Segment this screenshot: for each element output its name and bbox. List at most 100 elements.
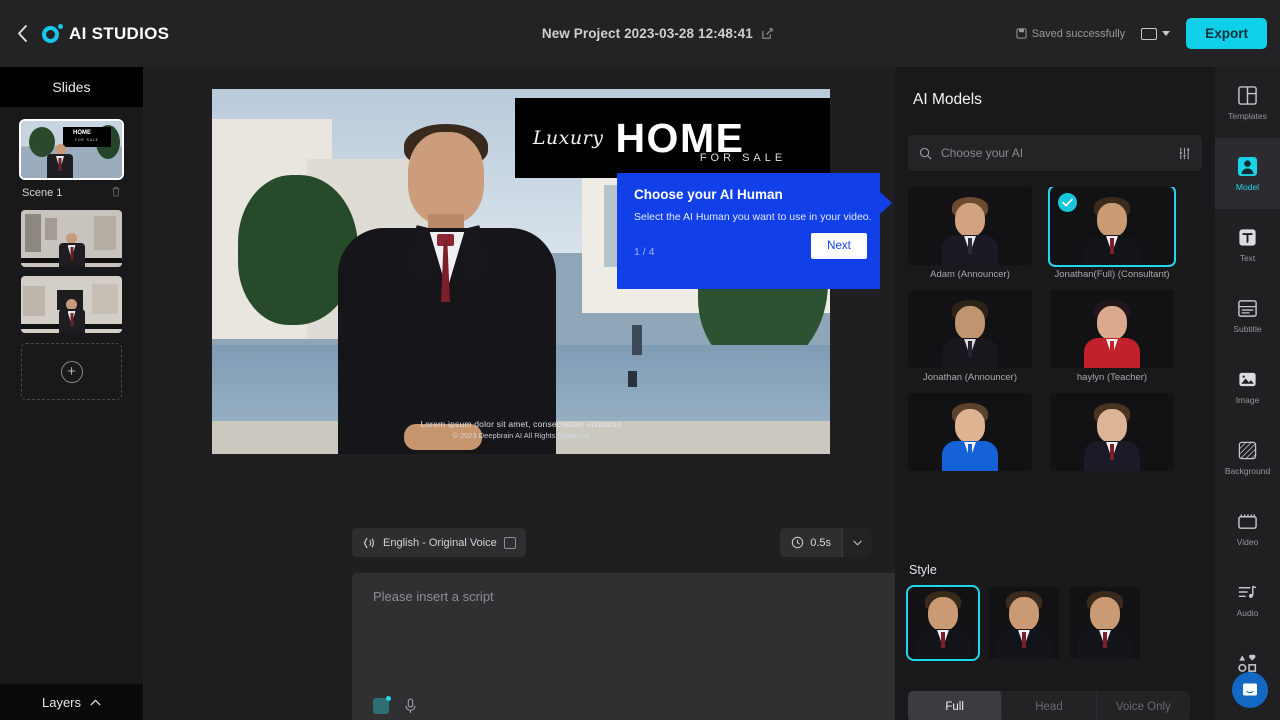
segment-full[interactable]: Full xyxy=(908,691,1001,720)
chat-bubble-icon[interactable] xyxy=(1232,672,1268,708)
editor-center: Luxury HOME FOR SALE Lorem ipsum dolor s… xyxy=(143,67,895,720)
duration-dropdown-toggle[interactable] xyxy=(842,528,871,557)
slide-thumbnail-1[interactable]: HOME FOR SALE xyxy=(21,121,122,178)
slides-sidebar: Slides HOME FOR SALE Scene 1 xyxy=(0,67,143,720)
model-card[interactable]: Jonathan (Announcer) xyxy=(908,290,1032,383)
duration-value: 0.5s xyxy=(810,537,831,549)
header-left: AI STUDIOS xyxy=(0,23,300,45)
rail-item-label: Audio xyxy=(1237,608,1259,618)
coachmark-arrow xyxy=(880,192,892,214)
project-title: New Project 2023-03-28 12:48:41 xyxy=(542,26,753,41)
segment-voice-only[interactable]: Voice Only xyxy=(1096,691,1190,720)
rail-item-label: Background xyxy=(1225,466,1270,476)
trash-icon[interactable] xyxy=(111,184,121,202)
add-slide-button[interactable]: + xyxy=(21,343,122,400)
audio-note-icon xyxy=(1236,581,1259,604)
image-icon xyxy=(1236,368,1259,391)
slide-thumbnail-2[interactable] xyxy=(21,210,122,267)
rail-item-label: Templates xyxy=(1228,111,1267,121)
style-label xyxy=(989,659,1059,662)
search-icon xyxy=(919,147,932,160)
duration-button[interactable]: 0.5s xyxy=(780,528,842,557)
edit-pencil-icon[interactable] xyxy=(761,27,774,40)
models-grid: Adam (Announcer) Jonathan(Full) (Consulta… xyxy=(908,187,1202,562)
canvas-caption-line1: Lorem ipsum dolor sit amet, consectetuer… xyxy=(212,419,830,429)
model-search[interactable]: Choose your AI xyxy=(908,135,1202,171)
ai-studios-app: AI STUDIOS New Project 2023-03-28 12:48:… xyxy=(0,0,1280,720)
avatar xyxy=(1077,591,1133,659)
text-t-icon xyxy=(1236,226,1259,249)
segment-head[interactable]: Head xyxy=(1001,691,1095,720)
microphone-icon[interactable] xyxy=(404,698,417,714)
model-card[interactable] xyxy=(1050,393,1174,475)
rail-item-label: Video xyxy=(1237,537,1259,547)
script-toolbar xyxy=(373,698,417,714)
layers-toggle[interactable]: Layers xyxy=(0,684,143,720)
rail-item-label: Text xyxy=(1240,253,1256,263)
rail-item-audio[interactable]: Audio xyxy=(1215,564,1280,635)
video-clapper-icon xyxy=(1236,510,1259,533)
model-label: haylyn (Teacher) xyxy=(1050,368,1174,383)
style-card[interactable] xyxy=(908,587,978,662)
chevron-down-icon xyxy=(1162,31,1170,36)
search-placeholder: Choose your AI xyxy=(941,146,1169,160)
avatar xyxy=(942,403,998,471)
canvas-controls: English - Original Voice 0.5s 1.0x xyxy=(352,528,977,558)
coachmark-next-button[interactable]: Next xyxy=(811,233,867,259)
slides-title: Slides xyxy=(0,67,143,107)
model-label xyxy=(908,471,1032,475)
check-icon xyxy=(1058,193,1077,212)
model-card[interactable] xyxy=(908,393,1032,475)
model-thumbnail xyxy=(1050,187,1174,265)
model-card[interactable]: haylyn (Teacher) xyxy=(1050,290,1174,383)
banner-script-text: Luxury xyxy=(533,127,604,149)
ai-assist-icon[interactable] xyxy=(373,698,389,714)
subtitle-icon xyxy=(1236,297,1259,320)
sliders-filter-icon[interactable] xyxy=(1178,147,1191,160)
model-card[interactable]: Adam (Announcer) xyxy=(908,187,1032,280)
style-label xyxy=(908,659,978,662)
canvas-banner-text[interactable]: Luxury HOME FOR SALE xyxy=(515,98,830,178)
export-button[interactable]: Export xyxy=(1186,18,1267,49)
rail-item-label: Model xyxy=(1236,182,1259,192)
coachmark-step: 1 / 4 xyxy=(634,246,654,258)
chevron-down-icon xyxy=(853,540,862,546)
aspect-ratio-selector[interactable] xyxy=(1141,28,1170,40)
style-thumbnail xyxy=(1070,587,1140,659)
model-label: Jonathan (Announcer) xyxy=(908,368,1032,383)
chevron-left-icon[interactable] xyxy=(12,24,32,44)
avatar xyxy=(915,591,971,659)
header-right: Saved successfully Export xyxy=(1016,18,1280,49)
rail-item-label: Image xyxy=(1236,395,1260,405)
model-mode-segments: FullHeadVoice Only xyxy=(908,691,1190,720)
style-label xyxy=(1070,659,1140,662)
script-input[interactable]: Please insert a script xyxy=(352,573,977,720)
rail-item-image[interactable]: Image xyxy=(1215,351,1280,422)
rail-item-templates[interactable]: Templates xyxy=(1215,67,1280,138)
slides-list: HOME FOR SALE Scene 1 xyxy=(0,107,143,400)
rail-item-text[interactable]: Text xyxy=(1215,209,1280,280)
model-thumbnail xyxy=(1050,290,1174,368)
brand-logo[interactable]: AI STUDIOS xyxy=(42,23,169,45)
saved-status: Saved successfully xyxy=(1016,28,1126,40)
model-label xyxy=(1050,471,1174,475)
external-link-icon[interactable] xyxy=(504,537,516,549)
rail-item-video[interactable]: Video xyxy=(1215,493,1280,564)
rail-item-subtitle[interactable]: Subtitle xyxy=(1215,280,1280,351)
rail-item-background[interactable]: Background xyxy=(1215,422,1280,493)
model-card[interactable]: Jonathan(Full) (Consultant) xyxy=(1050,187,1174,280)
voice-selector[interactable]: English - Original Voice xyxy=(352,528,526,557)
layers-label: Layers xyxy=(42,695,81,710)
app-header: AI STUDIOS New Project 2023-03-28 12:48:… xyxy=(0,0,1280,67)
scene-label: Scene 1 xyxy=(22,187,62,199)
model-label: Jonathan(Full) (Consultant) xyxy=(1050,265,1174,280)
style-card[interactable] xyxy=(1070,587,1140,662)
slide-thumbnail-3[interactable] xyxy=(21,276,122,333)
model-thumbnail xyxy=(908,187,1032,265)
rail-item-label: Subtitle xyxy=(1233,324,1261,334)
coachmark-subtitle: Select the AI Human you want to use in y… xyxy=(634,211,872,223)
brand-name: AI STUDIOS xyxy=(69,24,169,44)
header-center: New Project 2023-03-28 12:48:41 xyxy=(300,26,1016,41)
rail-item-model[interactable]: Model xyxy=(1215,138,1280,209)
style-card[interactable] xyxy=(989,587,1059,662)
